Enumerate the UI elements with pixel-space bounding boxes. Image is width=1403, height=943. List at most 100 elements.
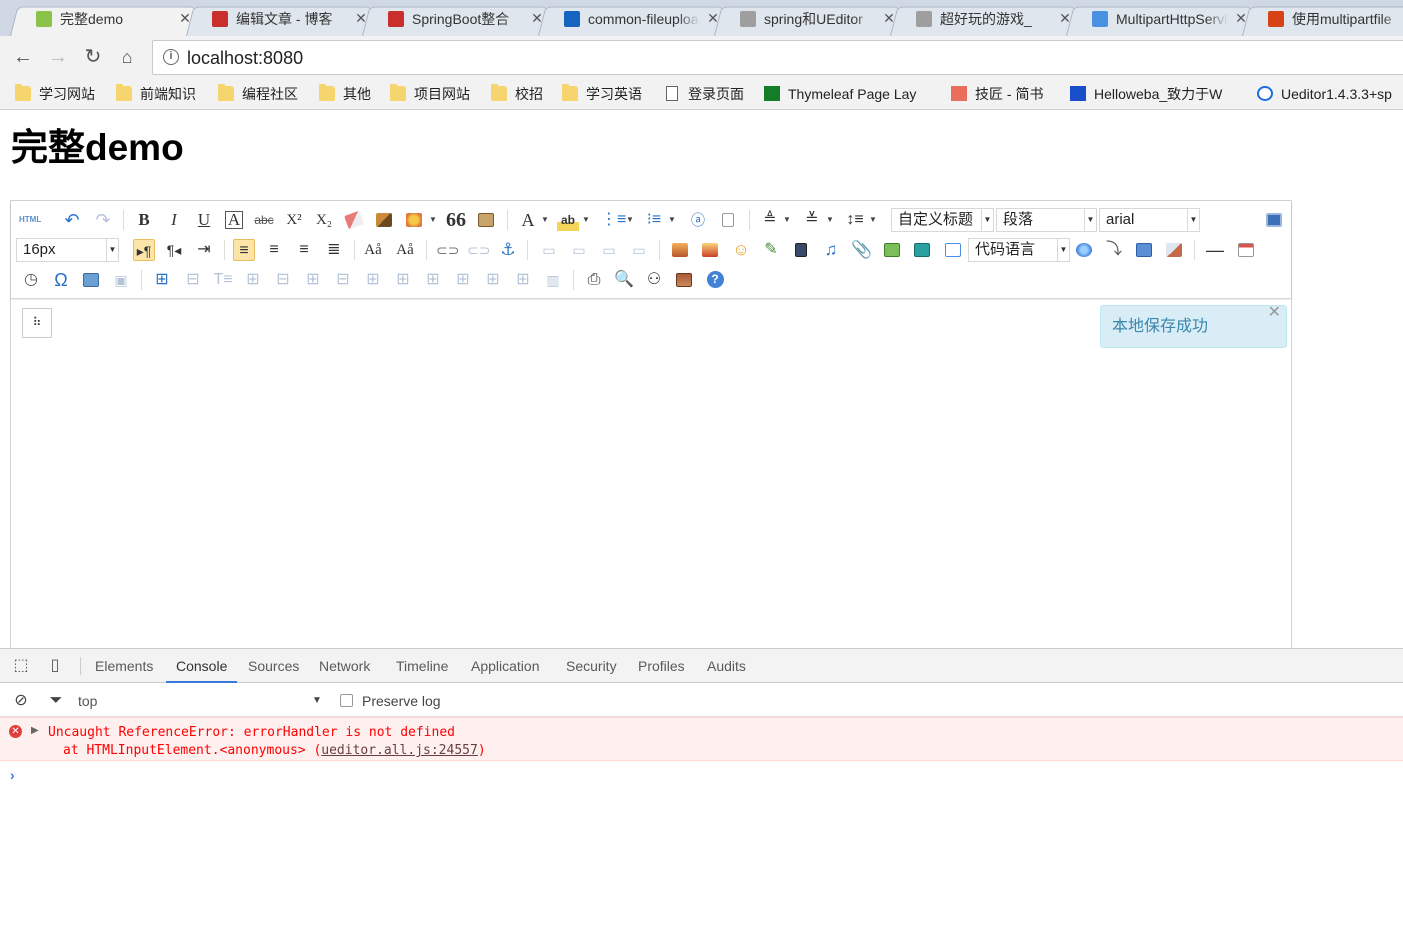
expand-triangle-icon[interactable]: ▶ <box>31 724 39 738</box>
devtools-tab-console[interactable]: Console <box>166 649 238 683</box>
chevron-down-icon[interactable]: ▼ <box>783 209 791 231</box>
chevron-down-icon[interactable]: ▼ <box>312 691 322 711</box>
devtools-tab-sources[interactable]: Sources <box>238 649 309 683</box>
drafts-icon[interactable] <box>673 269 695 291</box>
special-chars-icon[interactable]: Ω <box>50 269 72 291</box>
home-icon[interactable]: ⌂ <box>114 45 140 71</box>
rtl-direction-icon[interactable]: ¶◂ <box>163 239 185 261</box>
paragraph-select[interactable]: 段落 ▼ <box>996 208 1097 232</box>
source-html-button[interactable]: HTML <box>19 209 41 231</box>
emotion-icon[interactable]: ☺ <box>730 239 752 261</box>
word-image-icon[interactable]: ▣ <box>110 269 132 291</box>
filter-icon[interactable]: ⏷ <box>46 691 66 711</box>
split-to-rows-icon[interactable]: ⊞ <box>482 269 504 291</box>
source-link[interactable]: ueditor.all.js:24557 <box>321 743 478 758</box>
address-bar[interactable]: i localhost:8080 <box>152 40 1403 75</box>
row-spacing-top-icon[interactable]: ≜ <box>759 209 781 231</box>
snapscreen-icon[interactable] <box>80 269 102 291</box>
insert-image-icon[interactable] <box>699 239 721 261</box>
help-icon[interactable]: ? <box>704 269 726 291</box>
chevron-down-icon[interactable]: ▼ <box>429 209 437 231</box>
date-icon[interactable] <box>1235 239 1257 261</box>
italic-icon[interactable]: I <box>163 209 185 231</box>
device-toolbar-icon[interactable]: ▯ <box>45 656 65 676</box>
clear-console-icon[interactable]: ⊘ <box>11 691 31 711</box>
browser-tab[interactable]: spring和UEditor ✕ <box>714 4 907 36</box>
browser-tab[interactable]: 使用multipartfile✕ <box>1242 4 1403 36</box>
devtools-tab-security[interactable]: Security <box>556 649 627 683</box>
simple-upload-icon[interactable] <box>669 239 691 261</box>
split-to-cells-icon[interactable]: ⊞ <box>452 269 474 291</box>
browser-tab[interactable]: 编辑文章 - 博客 ✕ <box>186 4 379 36</box>
align-right-icon[interactable]: ≡ <box>293 239 315 261</box>
preserve-log-checkbox[interactable] <box>340 694 353 707</box>
redo-icon[interactable]: ↷ <box>92 209 114 231</box>
horizontal-rule-icon[interactable]: — <box>1204 239 1226 261</box>
delete-row-icon[interactable]: ⊟ <box>272 269 294 291</box>
blockquote-icon[interactable]: 66 <box>445 209 467 231</box>
unlink-icon[interactable]: ⊂⊃ <box>467 239 490 261</box>
merge-cells-icon[interactable]: ⊞ <box>362 269 384 291</box>
touppercase-icon[interactable]: Aå <box>362 239 384 261</box>
underline-icon[interactable]: U <box>193 209 215 231</box>
tolowercase-icon[interactable]: Aå <box>394 239 416 261</box>
delete-col-icon[interactable]: ⊟ <box>332 269 354 291</box>
anchor-icon[interactable]: ⚓ <box>497 239 519 261</box>
chevron-down-icon[interactable]: ▼ <box>626 209 634 231</box>
attachment-icon[interactable]: 📎 <box>851 239 873 261</box>
split-to-cols-icon[interactable]: ⊞ <box>512 269 534 291</box>
select-all-icon[interactable]: ⓐ <box>687 209 709 231</box>
eraser-icon[interactable] <box>343 209 365 231</box>
devtools-tab-network[interactable]: Network <box>309 649 380 683</box>
browser-tab[interactable]: 完整demo ✕ <box>10 4 203 36</box>
page-break-icon[interactable]: ⤵ <box>1103 239 1125 261</box>
chevron-down-icon[interactable]: ▼ <box>668 209 676 231</box>
insert-col-icon[interactable]: ⊞ <box>302 269 324 291</box>
align-left-icon[interactable]: ≡ <box>233 239 255 261</box>
context-select[interactable]: top <box>78 691 97 711</box>
unordered-list-icon[interactable]: ⁝≡ <box>643 209 665 231</box>
bold-icon[interactable]: B <box>133 209 155 231</box>
custom-heading-select[interactable]: 自定义标题 ▼ <box>891 208 994 232</box>
code-language-select[interactable]: 代码语言 ▼ <box>968 238 1070 262</box>
charts-icon[interactable]: ▥ <box>542 269 564 291</box>
chevron-down-icon[interactable]: ▼ <box>826 209 834 231</box>
merge-right-icon[interactable]: ⊞ <box>392 269 414 291</box>
template-icon[interactable] <box>1133 239 1155 261</box>
scrawl-icon[interactable]: ✎ <box>760 239 782 261</box>
font-family-select[interactable]: arial ▼ <box>1099 208 1200 232</box>
undo-icon[interactable]: ↶ <box>61 209 83 231</box>
forward-arrow-icon[interactable]: → <box>45 45 71 71</box>
info-icon[interactable]: i <box>163 49 179 65</box>
browser-tab[interactable]: MultipartHttpServlet ✕ <box>1066 4 1259 36</box>
format-brush-icon[interactable] <box>373 209 395 231</box>
ltr-direction-icon[interactable]: ▸¶ <box>133 239 155 261</box>
image-center-icon[interactable]: ▭ <box>628 239 650 261</box>
search-replace-icon[interactable]: ⚇ <box>643 269 665 291</box>
image-left-icon[interactable]: ▭ <box>568 239 590 261</box>
print-icon[interactable]: ⎙ <box>583 269 605 291</box>
fullscreen-icon[interactable] <box>1263 209 1285 231</box>
inspect-element-icon[interactable]: ⬚ <box>11 656 31 676</box>
editor-content-area[interactable]: ⠷ 本地保存成功 ✕ <box>11 300 1291 660</box>
chevron-down-icon[interactable]: ▼ <box>582 209 590 231</box>
font-border-icon[interactable]: A <box>225 211 243 229</box>
console-prompt[interactable]: › <box>10 766 15 784</box>
preview-icon[interactable]: 🔍 <box>613 269 635 291</box>
back-arrow-icon[interactable]: ← <box>10 45 36 71</box>
line-height-icon[interactable]: ↕≡ <box>844 209 866 231</box>
subscript-icon[interactable]: X₂ <box>313 209 335 231</box>
browser-tab[interactable]: common-fileupload ✕ <box>538 4 731 36</box>
link-icon[interactable]: ⊂⊃ <box>436 239 459 261</box>
insert-row-icon[interactable]: ⊞ <box>242 269 264 291</box>
browser-tab[interactable]: 超好玩的游戏_ ✕ <box>890 4 1083 36</box>
reload-icon[interactable]: ↻ <box>80 45 106 71</box>
devtools-tab-elements[interactable]: Elements <box>85 649 163 683</box>
devtools-tab-application[interactable]: Application <box>461 649 550 683</box>
insert-video-icon[interactable] <box>790 239 812 261</box>
chevron-down-icon[interactable]: ▼ <box>541 209 549 231</box>
font-color-icon[interactable]: A <box>517 209 539 231</box>
browser-tab[interactable]: SpringBoot整合 ✕ <box>362 4 555 36</box>
image-none-icon[interactable]: ▭ <box>538 239 560 261</box>
insert-paragraph-before-table-icon[interactable]: T≡ <box>212 269 234 291</box>
